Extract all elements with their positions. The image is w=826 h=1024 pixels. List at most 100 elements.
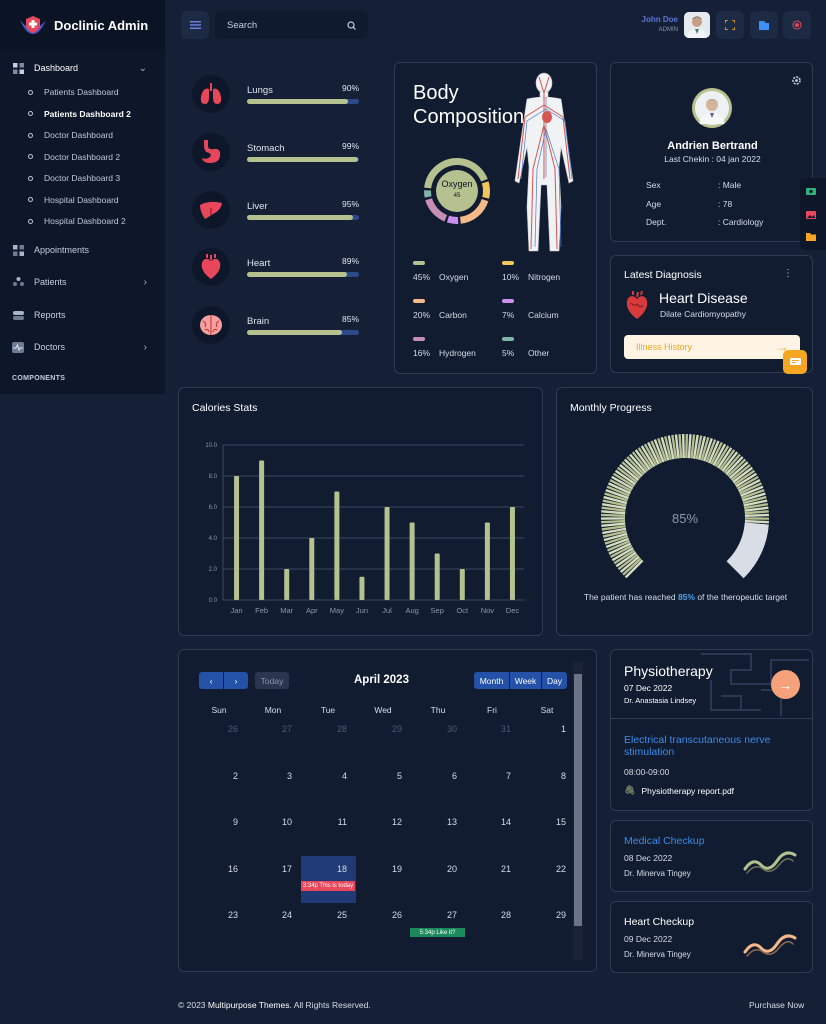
physio-file[interactable]: 🖇 Physiotherapy report.pdf <box>624 785 734 796</box>
calendar-day[interactable]: 28 <box>301 724 355 734</box>
calendar-day[interactable]: 27 <box>246 724 300 734</box>
calendar-day[interactable]: 31 <box>465 724 519 734</box>
gauge-tick <box>744 519 769 524</box>
sidebar-subitem[interactable]: Hospital Dashboard 2 <box>28 213 126 229</box>
legend-percent: 20% <box>413 310 431 320</box>
calendar-day[interactable]: 6 <box>411 771 465 781</box>
calendar-day[interactable]: 27 <box>411 910 465 920</box>
sidebar-item-doctors[interactable]: Doctors › <box>0 337 165 357</box>
user-name[interactable]: John Doe <box>600 15 678 24</box>
day-header: Sat <box>540 705 554 715</box>
calendar-day[interactable]: 16 <box>192 864 246 874</box>
settings-icon[interactable] <box>791 75 802 86</box>
sidebar-subitem[interactable]: Patients Dashboard 2 <box>28 106 131 122</box>
scrollbar-thumb[interactable] <box>574 674 582 926</box>
calendar-day[interactable]: 21 <box>465 864 519 874</box>
diagnosis-title: Latest Diagnosis <box>624 269 702 281</box>
calendar-day[interactable]: 10 <box>246 817 300 827</box>
calendar-day[interactable]: 4 <box>301 771 355 781</box>
x-tick-label: Jan <box>230 606 242 615</box>
calendar-day[interactable]: 23 <box>192 910 246 920</box>
illness-history-button[interactable]: Illness History → <box>624 335 800 359</box>
organ-name: Stomach <box>247 142 285 154</box>
calendar-day[interactable]: 13 <box>411 817 465 827</box>
bullet-icon <box>28 175 33 181</box>
more-icon[interactable]: ⋮ <box>783 268 793 279</box>
event-today[interactable]: 3:34p This is today <box>301 881 355 891</box>
sidebar-item-reports[interactable]: Reports <box>0 305 165 325</box>
bell-icon <box>792 20 802 30</box>
search-icon[interactable] <box>347 20 356 30</box>
company-link[interactable]: Multipurpose Themes <box>208 1000 290 1010</box>
calendar-day[interactable]: 5 <box>356 771 410 781</box>
calendar-day[interactable]: 26 <box>192 724 246 734</box>
patient-field-value: : Cardiology <box>718 217 764 227</box>
calendar-day[interactable]: 15 <box>520 817 574 827</box>
calendar-day[interactable]: 12 <box>356 817 410 827</box>
folder-icon[interactable] <box>806 233 816 241</box>
brand[interactable]: Doclinic Admin <box>0 0 165 50</box>
notes-button[interactable] <box>750 11 778 39</box>
calendar-day[interactable]: 17 <box>246 864 300 874</box>
calendar-day[interactable]: 26 <box>356 910 410 920</box>
organ-progress-fill <box>247 214 354 220</box>
calendar-day[interactable]: 3 <box>246 771 300 781</box>
patient-avatar <box>692 88 732 128</box>
physio-open-button[interactable]: → <box>771 670 800 699</box>
organ-progress-bar <box>247 99 359 104</box>
calendar-day[interactable]: 19 <box>356 864 410 874</box>
copyright-suffix: . All Rights Reserved. <box>289 1000 371 1010</box>
calendar-day[interactable]: 30 <box>411 724 465 734</box>
heart-checkup-card[interactable]: Heart Checkup 09 Dec 2022 Dr. Minerva Ti… <box>610 901 813 973</box>
sidebar-subitem[interactable]: Doctor Dashboard 2 <box>28 149 120 165</box>
sidebar-subitem[interactable]: Doctor Dashboard 3 <box>28 170 120 186</box>
purchase-link[interactable]: Purchase Now <box>749 1000 804 1010</box>
arrow-right-icon: → <box>778 676 793 693</box>
medical-checkup-card[interactable]: Medical Checkup 08 Dec 2022 Dr. Minerva … <box>610 820 813 892</box>
calories-card: Calories Stats 0.0 2.0 4.0 6.0 8.0 10.0 Jan Feb… <box>178 387 543 636</box>
search-input[interactable] <box>227 19 327 31</box>
bar <box>509 507 515 600</box>
calendar-day[interactable]: 9 <box>192 817 246 827</box>
donut-value: 45 <box>454 193 461 199</box>
calendar-day[interactable]: 29 <box>356 724 410 734</box>
logo-icon <box>20 16 46 34</box>
calendar-day[interactable]: 20 <box>411 864 465 874</box>
sidebar-subitem[interactable]: Patients Dashboard <box>28 84 119 100</box>
legend-name: Hydrogen <box>439 348 476 358</box>
notifications-button[interactable] <box>783 11 811 39</box>
chat-button[interactable] <box>783 350 807 374</box>
copyright-prefix: © 2023 <box>178 1000 208 1010</box>
sidebar-item-label: Patients <box>34 277 67 287</box>
calendar-day[interactable]: 11 <box>301 817 355 827</box>
calendar-day[interactable]: 8 <box>520 771 574 781</box>
search-box[interactable] <box>215 11 368 39</box>
calendar-day[interactable]: 2 <box>192 771 246 781</box>
sidebar-item-dashboard[interactable]: Dashboard ⌄ <box>0 58 165 78</box>
sidebar-item-appointments[interactable]: Appointments <box>0 240 165 260</box>
sidebar-subitem[interactable]: Hospital Dashboard <box>28 192 119 208</box>
cash-icon[interactable] <box>806 188 816 195</box>
legend-swatch <box>502 261 514 265</box>
calendar-scrollbar[interactable] <box>573 662 583 960</box>
calendar-day[interactable]: 1 <box>520 724 574 734</box>
calendar-day[interactable]: 22 <box>520 864 574 874</box>
sidebar-item-patients[interactable]: Patients › <box>0 272 165 292</box>
organ-progress-fill <box>247 156 358 162</box>
calendar-day[interactable]: 18 <box>301 864 355 874</box>
calendar-day[interactable]: 29 <box>520 910 574 920</box>
avatar[interactable] <box>684 12 710 38</box>
fullscreen-button[interactable] <box>716 11 744 39</box>
menu-toggle-button[interactable] <box>181 11 209 39</box>
sidebar-subitem-label: Patients Dashboard 2 <box>44 108 131 119</box>
calendar-day[interactable]: 24 <box>246 910 300 920</box>
event-like[interactable]: 5:34p Like it? <box>410 928 465 937</box>
calendar-day[interactable]: 25 <box>301 910 355 920</box>
physio-treatment[interactable]: Electrical transcutaneous nerve stimulat… <box>624 734 804 758</box>
image-icon[interactable] <box>806 211 816 219</box>
sidebar-subitem[interactable]: Doctor Dashboard <box>28 127 113 143</box>
calendar-day[interactable]: 14 <box>465 817 519 827</box>
calendar-day[interactable]: 28 <box>465 910 519 920</box>
calendar-day[interactable]: 7 <box>465 771 519 781</box>
calendar-icon <box>12 244 24 256</box>
